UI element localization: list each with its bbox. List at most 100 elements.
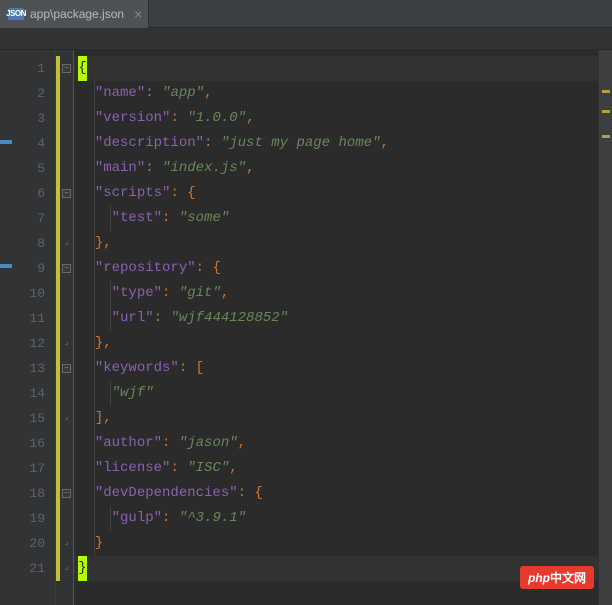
fold-cell[interactable]: ⌟ (60, 531, 73, 556)
json-string: "app" (162, 85, 204, 101)
fold-end-icon: ⌟ (62, 414, 71, 423)
json-punct: , (229, 460, 237, 476)
code-line[interactable]: "devDependencies": { (74, 481, 598, 506)
code-line[interactable]: { (74, 56, 598, 81)
json-string: "just my page home" (221, 135, 381, 151)
json-string: "ISC" (187, 460, 229, 476)
fold-cell[interactable]: − (60, 356, 73, 381)
json-punct: : (170, 185, 187, 201)
code-line[interactable]: "license": "ISC", (74, 456, 598, 481)
code-line[interactable]: "repository": { (74, 256, 598, 281)
line-number[interactable]: 10 (12, 281, 55, 306)
line-number[interactable]: 6 (12, 181, 55, 206)
caret: } (78, 556, 87, 581)
fold-cell (60, 456, 73, 481)
line-number[interactable]: 4 (12, 131, 55, 156)
line-number[interactable]: 1 (12, 56, 55, 81)
code-area[interactable]: { "name": "app", "version": "1.0.0", "de… (74, 50, 598, 605)
fold-collapse-icon[interactable]: − (62, 264, 71, 273)
fold-collapse-icon[interactable]: − (62, 64, 71, 73)
line-number[interactable]: 2 (12, 81, 55, 106)
json-key: "keywords" (95, 360, 179, 376)
code-line[interactable]: "description": "just my page home", (74, 131, 598, 156)
bookmark-marker (0, 140, 12, 144)
line-number[interactable]: 3 (12, 106, 55, 131)
line-number[interactable]: 19 (12, 506, 55, 531)
fold-cell[interactable]: ⌟ (60, 556, 73, 581)
caret: { (78, 56, 87, 81)
json-string: "wjf444128852" (170, 310, 288, 326)
json-string: "git" (179, 285, 221, 301)
fold-cell[interactable]: ⌟ (60, 331, 73, 356)
line-number[interactable]: 16 (12, 431, 55, 456)
json-key: "author" (95, 435, 162, 451)
vertical-scrollbar[interactable] (598, 50, 612, 605)
code-line[interactable]: "url": "wjf444128852" (74, 306, 598, 331)
json-punct: } (95, 535, 103, 551)
line-number[interactable]: 13 (12, 356, 55, 381)
fold-cell[interactable]: ⌟ (60, 231, 73, 256)
fold-collapse-icon[interactable]: − (62, 189, 71, 198)
json-punct: , (221, 285, 229, 301)
line-number[interactable]: 17 (12, 456, 55, 481)
json-punct: , (246, 110, 254, 126)
json-string: "some" (179, 210, 229, 226)
close-icon[interactable]: × (134, 7, 142, 21)
code-line[interactable]: "keywords": [ (74, 356, 598, 381)
fold-cell[interactable]: − (60, 256, 73, 281)
line-number[interactable]: 12 (12, 331, 55, 356)
line-number[interactable]: 20 (12, 531, 55, 556)
code-line[interactable]: "name": "app", (74, 81, 598, 106)
editor: 123456789101112131415161718192021 −−⌟−⌟−… (0, 50, 612, 605)
json-punct: } (95, 235, 103, 251)
line-number[interactable]: 15 (12, 406, 55, 431)
code-line[interactable]: "author": "jason", (74, 431, 598, 456)
line-number-gutter[interactable]: 123456789101112131415161718192021 (12, 50, 56, 605)
fold-cell[interactable]: ⌟ (60, 406, 73, 431)
json-punct: : (145, 160, 162, 176)
json-key: "type" (112, 285, 162, 301)
line-number[interactable]: 21 (12, 556, 55, 581)
code-line[interactable]: "gulp": "^3.9.1" (74, 506, 598, 531)
json-punct: , (380, 135, 388, 151)
fold-cell (60, 206, 73, 231)
fold-cell (60, 306, 73, 331)
line-number[interactable]: 18 (12, 481, 55, 506)
line-number[interactable]: 11 (12, 306, 55, 331)
json-key: "description" (95, 135, 204, 151)
json-string: "jason" (179, 435, 238, 451)
code-line[interactable]: "type": "git", (74, 281, 598, 306)
code-line[interactable]: } (74, 531, 598, 556)
line-number[interactable]: 14 (12, 381, 55, 406)
json-punct: : (145, 85, 162, 101)
code-line[interactable]: "test": "some" (74, 206, 598, 231)
json-punct: , (103, 235, 111, 251)
fold-cell (60, 281, 73, 306)
json-file-icon: JSON (8, 8, 24, 20)
fold-cell[interactable]: − (60, 56, 73, 81)
fold-collapse-icon[interactable]: − (62, 364, 71, 373)
fold-cell (60, 156, 73, 181)
code-line[interactable]: "version": "1.0.0", (74, 106, 598, 131)
json-key: "license" (95, 460, 171, 476)
code-line[interactable]: "wjf" (74, 381, 598, 406)
code-line[interactable]: }, (74, 231, 598, 256)
fold-cell[interactable]: − (60, 181, 73, 206)
fold-gutter[interactable]: −−⌟−⌟−⌟−⌟⌟ (60, 50, 74, 605)
line-number[interactable]: 5 (12, 156, 55, 181)
fold-cell (60, 106, 73, 131)
code-line[interactable]: ], (74, 406, 598, 431)
fold-cell[interactable]: − (60, 481, 73, 506)
editor-tab[interactable]: JSON app\package.json × (0, 0, 149, 28)
line-number[interactable]: 7 (12, 206, 55, 231)
json-punct: : (154, 310, 171, 326)
fold-collapse-icon[interactable]: − (62, 489, 71, 498)
line-number[interactable]: 8 (12, 231, 55, 256)
line-number[interactable]: 9 (12, 256, 55, 281)
json-punct: ] (95, 410, 103, 426)
code-line[interactable]: }, (74, 331, 598, 356)
fold-cell (60, 431, 73, 456)
code-line[interactable]: "scripts": { (74, 181, 598, 206)
json-punct: { (254, 485, 262, 501)
code-line[interactable]: "main": "index.js", (74, 156, 598, 181)
